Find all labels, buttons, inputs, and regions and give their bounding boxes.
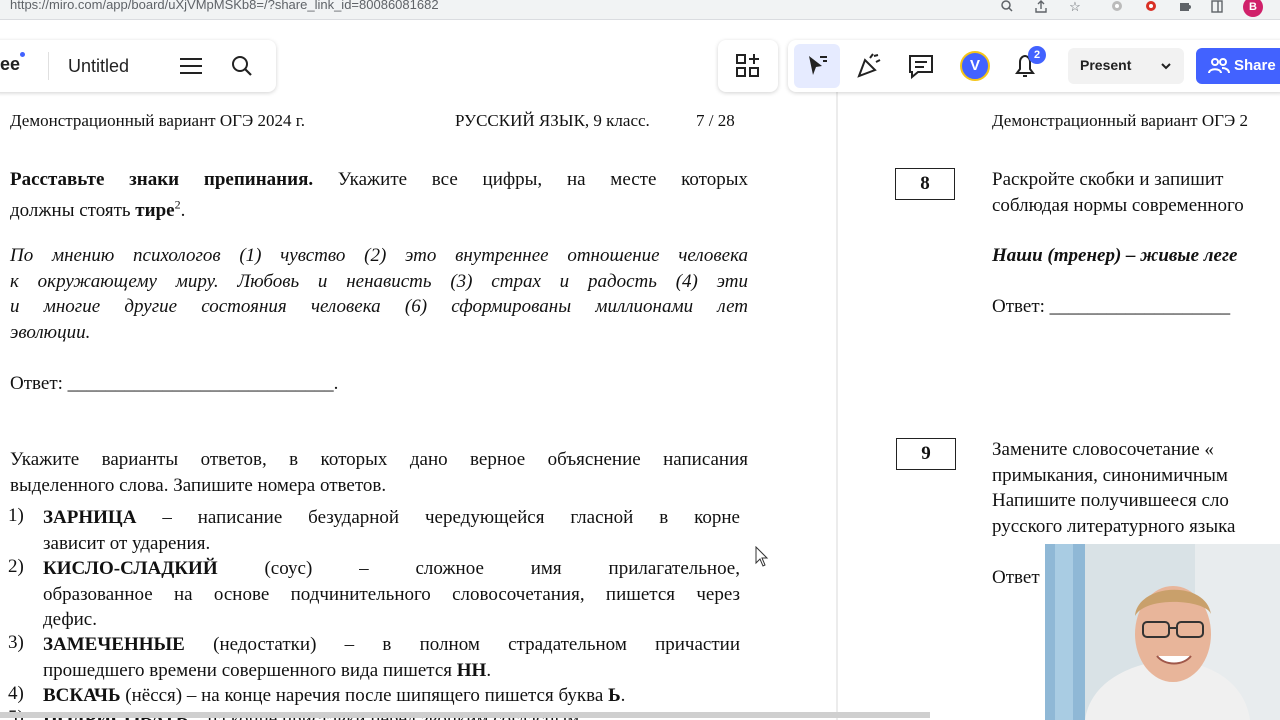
profile-avatar[interactable]: B xyxy=(1243,0,1263,17)
option-number: 1) xyxy=(8,505,24,526)
option-3: ЗАМЕЧЕННЫЕ (недостатки) – в полном страд… xyxy=(43,632,740,683)
option-text: – написание безударной чередующейся глас… xyxy=(136,507,740,528)
option-text-end: . xyxy=(486,659,492,681)
option-text: зависит от ударения. xyxy=(43,532,211,554)
task2-line: Укажите варианты ответов, в которых дано… xyxy=(10,449,748,470)
zoom-icon[interactable] xyxy=(998,0,1016,18)
option-1: ЗАРНИЦА – написание безударной чередующе… xyxy=(43,505,740,556)
task2-line: выделенного слова. Запишите номера ответ… xyxy=(10,474,387,496)
collaboration-toolbar: V 2 Present Share xyxy=(788,40,1280,92)
board-title-toolbar: ee Untitled xyxy=(0,40,276,92)
reactions-cursor-icon[interactable] xyxy=(794,44,840,88)
celebrate-icon[interactable] xyxy=(846,44,892,88)
option-text-end: . xyxy=(620,685,626,706)
comment-icon[interactable] xyxy=(898,44,944,88)
puzzle-icon[interactable] xyxy=(1176,0,1194,18)
task9-line: Замените словосочетание « xyxy=(992,439,1214,460)
users-icon xyxy=(1208,57,1230,80)
task9-line: примыкания, синонимичным xyxy=(992,464,1228,486)
page-number: 7 / 28 xyxy=(696,111,735,130)
option-text-bold: НН xyxy=(456,659,487,681)
share-page-icon[interactable] xyxy=(1032,0,1050,18)
notification-badge: 2 xyxy=(1028,46,1046,64)
task-instruction-rest: Укажите все цифры, на месте которых xyxy=(337,169,748,190)
option-word: ВСКАЧЬ xyxy=(43,685,121,706)
task8-answer[interactable]: Ответ: ___________________ xyxy=(992,294,1230,320)
task2-instruction: Укажите варианты ответов, в которых дано… xyxy=(10,447,748,498)
option-word: ЗАМЕЧЕННЫЕ xyxy=(43,634,185,655)
option-text-bold: Ь xyxy=(608,685,621,706)
option-text: дефис. xyxy=(43,609,97,630)
task8-line: Раскройте скобки и запишит xyxy=(992,169,1224,190)
sentence-line: и многие другие состояния человека (6) с… xyxy=(10,296,748,317)
search-icon[interactable] xyxy=(230,54,254,78)
option-number: 2) xyxy=(8,556,24,577)
share-button[interactable]: Share xyxy=(1196,48,1280,84)
option-word: ЗАРНИЦА xyxy=(43,507,137,528)
task9-instruction: Замените словосочетание « примыкания, си… xyxy=(992,437,1235,539)
option-text: (соус) – сложное имя прилагательное, xyxy=(217,558,740,579)
sentence-line: к окружающему миру. Любовь и ненависть (… xyxy=(10,270,748,292)
task9-line: Напишите получившееся сло xyxy=(992,490,1229,511)
page-header-left: Демонстрационный вариант ОГЭ 2024 г. xyxy=(10,111,305,130)
option-text: образованное на основе подчинительного с… xyxy=(43,583,740,605)
sentence-line: эволюции. xyxy=(10,321,91,343)
board-title[interactable]: Untitled xyxy=(68,56,129,77)
horizontal-scrollbar[interactable] xyxy=(0,712,930,718)
bookmark-star-icon[interactable]: ☆ xyxy=(1066,0,1084,18)
menu-icon[interactable] xyxy=(180,55,204,77)
option-number: 3) xyxy=(8,632,24,653)
task9-line: русского литературного языка xyxy=(992,515,1236,537)
logo-dot-icon xyxy=(20,52,25,57)
sentence-line: По мнению психологов (1) чувство (2) это… xyxy=(10,245,748,266)
chevron-down-icon[interactable] xyxy=(1160,56,1172,79)
option-4: ВСКАЧЬ (нёсся) – на конце наречия после … xyxy=(43,683,625,709)
toolbar-divider xyxy=(48,52,49,80)
task-number-box: 8 xyxy=(895,168,955,200)
present-button[interactable]: Present xyxy=(1068,48,1184,84)
task-instruction: Расставьте знаки препинания. Укажите все… xyxy=(10,167,748,223)
task8-instruction: Раскройте скобки и запишит соблюдая норм… xyxy=(992,167,1244,218)
apps-toolbar xyxy=(718,40,778,92)
task-instruction-bold: Расставьте знаки препинания. xyxy=(10,169,314,190)
task-instruction-line2: должны стоять xyxy=(10,199,131,221)
page-divider xyxy=(836,40,838,720)
option-word: КИСЛО-СЛАДКИЙ xyxy=(43,558,218,579)
option-text: (нёсся) – на конце наречия после шипящег… xyxy=(120,685,609,706)
task8-line: соблюдая нормы современного xyxy=(992,194,1244,216)
miro-logo-fragment[interactable]: ee xyxy=(0,54,20,75)
option-number: 4) xyxy=(8,683,24,704)
task9-answer[interactable]: Ответ xyxy=(992,565,1040,591)
url-text[interactable]: https://miro.com/app/board/uXjVMpMSKb8=/… xyxy=(10,0,439,12)
task-instruction-end: . xyxy=(180,199,186,221)
chrome-icon[interactable] xyxy=(1108,0,1126,18)
webcam-video xyxy=(1045,544,1280,720)
answer-line-1[interactable]: Ответ: ____________________________. xyxy=(10,371,338,397)
example-sentence: По мнению психологов (1) чувство (2) это… xyxy=(10,243,748,345)
mouse-cursor-icon xyxy=(755,545,769,573)
task-keyword: тире xyxy=(135,199,175,221)
page-header-subject: РУССКИЙ ЯЗЫК, 9 класс. xyxy=(455,111,650,130)
present-label: Present xyxy=(1080,57,1132,73)
task8-example: Наши (тренер) – живые леге xyxy=(992,245,1238,266)
option-text: (недостатки) – в полном страдательном пр… xyxy=(184,634,740,655)
option-2: КИСЛО-СЛАДКИЙ (соус) – сложное имя прила… xyxy=(43,556,740,633)
sidepanel-icon[interactable] xyxy=(1208,0,1226,18)
share-label: Share xyxy=(1234,57,1276,74)
collaborator-avatar[interactable]: V xyxy=(960,51,990,81)
option-text: прошедшего времени совершенного вида пиш… xyxy=(43,659,457,681)
page-header-right: Демонстрационный вариант ОГЭ 2 xyxy=(992,111,1248,130)
task-number-box: 9 xyxy=(896,438,956,470)
extension-red-icon[interactable] xyxy=(1142,0,1160,18)
apps-icon[interactable] xyxy=(725,44,771,88)
browser-address-bar[interactable]: https://miro.com/app/board/uXjVMpMSKb8=/… xyxy=(0,0,1280,20)
